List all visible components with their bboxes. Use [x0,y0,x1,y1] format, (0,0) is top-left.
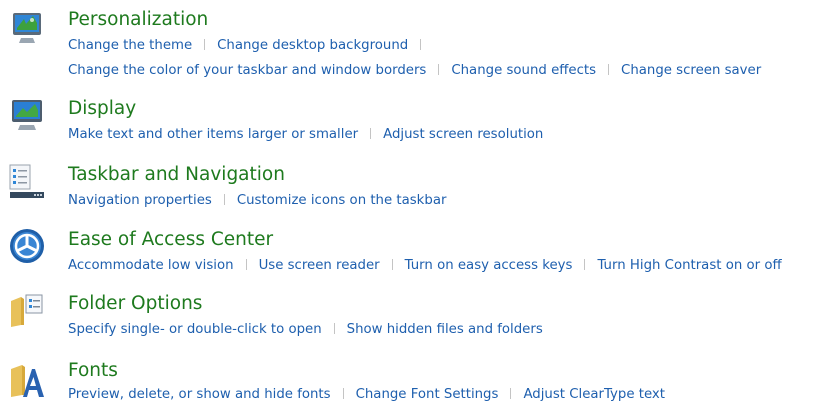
task-link[interactable]: Turn High Contrast on or off [597,258,781,273]
category-title[interactable]: Fonts [68,360,118,382]
task-link[interactable]: Adjust ClearType text [523,387,665,402]
separator [342,388,344,399]
separator [333,323,335,334]
task-link[interactable]: Show hidden files and folders [347,322,543,337]
task-link[interactable]: Use screen reader [259,258,380,273]
task-links-row: Accommodate low vision Use screen reader T… [68,257,782,275]
display-monitor-icon[interactable] [8,96,46,134]
task-link[interactable]: Adjust screen resolution [383,127,543,142]
task-links-row: Navigation properties Customize icons on … [68,192,446,210]
task-link[interactable]: Change the theme [68,38,192,53]
task-link[interactable]: Navigation properties [68,193,212,208]
category-title[interactable]: Personalization [68,9,208,31]
separator [204,39,206,50]
task-link[interactable]: Turn on easy access keys [405,258,573,273]
task-link[interactable]: Specify single- or double-click to open [68,322,322,337]
separator [420,39,422,50]
taskbar-icon[interactable] [8,162,46,200]
task-link[interactable]: Accommodate low vision [68,258,234,273]
task-links-row: Specify single- or double-click to open S… [68,321,543,339]
task-link[interactable]: Change Font Settings [356,387,499,402]
task-link[interactable]: Change screen saver [621,63,761,78]
separator [608,64,610,75]
task-links-row: Preview, delete, or show and hide fonts C… [68,386,665,404]
category-title[interactable]: Taskbar and Navigation [68,164,285,186]
task-links-row: Make text and other items larger or smal… [68,126,543,144]
category-title[interactable]: Folder Options [68,293,202,315]
separator [438,64,440,75]
task-links-row: Change the color of your taskbar and win… [68,62,761,80]
separator [584,259,586,270]
separator [223,194,225,205]
task-link[interactable]: Preview, delete, or show and hide fonts [68,387,331,402]
category-title[interactable]: Ease of Access Center [68,229,273,251]
task-link[interactable]: Change sound effects [451,63,596,78]
personalization-monitor-icon[interactable] [8,10,46,48]
separator [245,259,247,270]
task-link[interactable]: Change the color of your taskbar and win… [68,63,426,78]
separator [510,388,512,399]
task-links-row: Change the theme Change desktop backgroun… [68,37,433,55]
task-link[interactable]: Make text and other items larger or smal… [68,127,358,142]
fonts-icon[interactable] [8,361,46,399]
separator [391,259,393,270]
task-link[interactable]: Change desktop background [217,38,408,53]
task-link[interactable]: Customize icons on the taskbar [237,193,447,208]
ease-of-access-icon[interactable] [8,227,46,265]
folder-options-icon[interactable] [8,291,46,329]
category-title[interactable]: Display [68,98,136,120]
separator [370,128,372,139]
